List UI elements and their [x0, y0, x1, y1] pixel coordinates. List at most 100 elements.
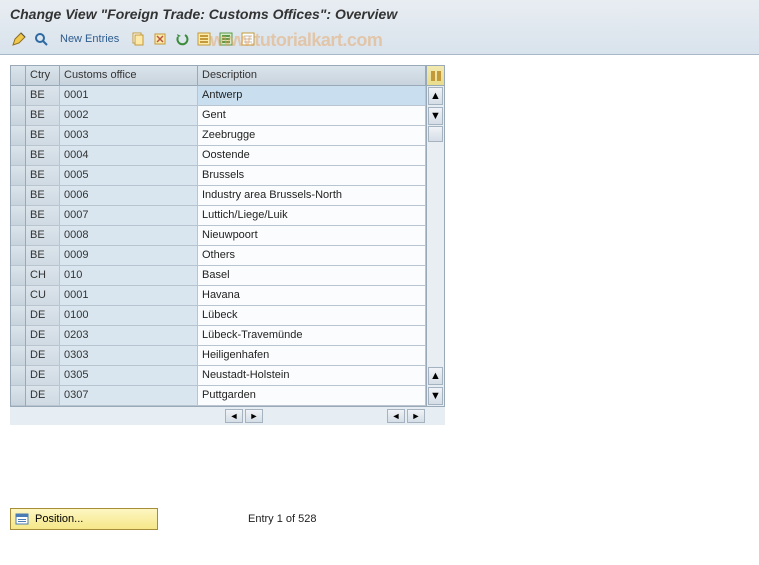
cell-ctry[interactable]: CU — [26, 286, 60, 305]
row-selector[interactable] — [11, 186, 25, 206]
scroll-up2-icon[interactable]: ▲ — [428, 367, 443, 385]
cell-office[interactable]: 010 — [60, 266, 198, 285]
cell-office[interactable]: 0001 — [60, 286, 198, 305]
cell-ctry[interactable]: BE — [26, 246, 60, 265]
table-row[interactable]: CU0001Havana — [26, 286, 426, 306]
row-selector[interactable] — [11, 286, 25, 306]
cell-ctry[interactable]: BE — [26, 126, 60, 145]
cell-ctry[interactable]: BE — [26, 166, 60, 185]
cell-desc[interactable]: Havana — [198, 286, 426, 305]
cell-office[interactable]: 0006 — [60, 186, 198, 205]
delete-icon[interactable] — [151, 30, 169, 48]
scroll-left-icon[interactable]: ◄ — [225, 409, 243, 423]
table-row[interactable]: BE0001Antwerp — [26, 86, 426, 106]
col-header-ctry[interactable]: Ctry — [26, 66, 60, 85]
cell-desc[interactable]: Gent — [198, 106, 426, 125]
cell-ctry[interactable]: BE — [26, 146, 60, 165]
display-icon[interactable] — [32, 30, 50, 48]
cell-desc[interactable]: Heiligenhafen — [198, 346, 426, 365]
cell-ctry[interactable]: BE — [26, 206, 60, 225]
cell-desc[interactable]: Luttich/Liege/Luik — [198, 206, 426, 225]
cell-ctry[interactable]: DE — [26, 366, 60, 385]
cell-office[interactable]: 0009 — [60, 246, 198, 265]
row-selector[interactable] — [11, 206, 25, 226]
row-selector[interactable] — [11, 266, 25, 286]
cell-ctry[interactable]: DE — [26, 386, 60, 405]
scroll-right2-icon[interactable]: ► — [407, 409, 425, 423]
cell-ctry[interactable]: CH — [26, 266, 60, 285]
table-row[interactable]: BE0002Gent — [26, 106, 426, 126]
scroll-left2-icon[interactable]: ◄ — [387, 409, 405, 423]
scroll-right-icon[interactable]: ► — [245, 409, 263, 423]
row-selector[interactable] — [11, 346, 25, 366]
scroll-thumb[interactable] — [428, 126, 443, 142]
col-header-office[interactable]: Customs office — [60, 66, 198, 85]
cell-office[interactable]: 0203 — [60, 326, 198, 345]
undo-icon[interactable] — [173, 30, 191, 48]
row-selector[interactable] — [11, 306, 25, 326]
scroll-down2-icon[interactable]: ▼ — [428, 387, 443, 405]
cell-ctry[interactable]: DE — [26, 306, 60, 325]
scroll-track[interactable] — [427, 126, 444, 366]
cell-ctry[interactable]: DE — [26, 326, 60, 345]
cell-office[interactable]: 0008 — [60, 226, 198, 245]
cell-desc[interactable]: Lübeck-Travemünde — [198, 326, 426, 345]
table-row[interactable]: BE0008Nieuwpoort — [26, 226, 426, 246]
cell-desc[interactable]: Oostende — [198, 146, 426, 165]
table-row[interactable]: DE0303Heiligenhafen — [26, 346, 426, 366]
cell-ctry[interactable]: BE — [26, 186, 60, 205]
table-row[interactable]: DE0203Lübeck-Travemünde — [26, 326, 426, 346]
cell-ctry[interactable]: BE — [26, 226, 60, 245]
col-header-desc[interactable]: Description — [198, 66, 426, 85]
cell-desc[interactable]: Industry area Brussels-North — [198, 186, 426, 205]
row-selector[interactable] — [11, 126, 25, 146]
copy-icon[interactable] — [129, 30, 147, 48]
row-selector[interactable] — [11, 326, 25, 346]
cell-desc[interactable]: Antwerp — [198, 86, 426, 105]
table-row[interactable]: BE0003Zeebrugge — [26, 126, 426, 146]
cell-desc[interactable]: Nieuwpoort — [198, 226, 426, 245]
configure-columns-icon[interactable] — [427, 66, 444, 86]
row-selector[interactable] — [11, 386, 25, 406]
cell-office[interactable]: 0303 — [60, 346, 198, 365]
cell-office[interactable]: 0305 — [60, 366, 198, 385]
row-selector[interactable] — [11, 246, 25, 266]
table-row[interactable]: DE0307Puttgarden — [26, 386, 426, 406]
scroll-up-icon[interactable]: ▲ — [428, 87, 443, 105]
scroll-down-icon[interactable]: ▼ — [428, 107, 443, 125]
cell-desc[interactable]: Basel — [198, 266, 426, 285]
row-selector[interactable] — [11, 166, 25, 186]
cell-ctry[interactable]: BE — [26, 106, 60, 125]
cell-office[interactable]: 0002 — [60, 106, 198, 125]
cell-desc[interactable]: Others — [198, 246, 426, 265]
cell-office[interactable]: 0001 — [60, 86, 198, 105]
row-selector[interactable] — [11, 226, 25, 246]
cell-desc[interactable]: Zeebrugge — [198, 126, 426, 145]
table-row[interactable]: BE0009Others — [26, 246, 426, 266]
cell-office[interactable]: 0004 — [60, 146, 198, 165]
cell-office[interactable]: 0005 — [60, 166, 198, 185]
cell-office[interactable]: 0007 — [60, 206, 198, 225]
cell-office[interactable]: 0100 — [60, 306, 198, 325]
table-row[interactable]: DE0305Neustadt-Holstein — [26, 366, 426, 386]
table-row[interactable]: BE0004Oostende — [26, 146, 426, 166]
row-selector[interactable] — [11, 366, 25, 386]
cell-desc[interactable]: Puttgarden — [198, 386, 426, 405]
position-button[interactable]: Position... — [10, 508, 158, 530]
row-selector-header[interactable] — [11, 66, 25, 86]
cell-ctry[interactable]: BE — [26, 86, 60, 105]
table-row[interactable]: CH010Basel — [26, 266, 426, 286]
row-selector[interactable] — [11, 146, 25, 166]
new-entries-button[interactable]: New Entries — [54, 31, 125, 47]
table-row[interactable]: BE0006Industry area Brussels-North — [26, 186, 426, 206]
cell-office[interactable]: 0307 — [60, 386, 198, 405]
cell-office[interactable]: 0003 — [60, 126, 198, 145]
cell-desc[interactable]: Brussels — [198, 166, 426, 185]
row-selector[interactable] — [11, 106, 25, 126]
change-icon[interactable] — [10, 30, 28, 48]
table-row[interactable]: DE0100Lübeck — [26, 306, 426, 326]
table-row[interactable]: BE0005Brussels — [26, 166, 426, 186]
row-selector[interactable] — [11, 86, 25, 106]
cell-desc[interactable]: Lübeck — [198, 306, 426, 325]
table-row[interactable]: BE0007Luttich/Liege/Luik — [26, 206, 426, 226]
